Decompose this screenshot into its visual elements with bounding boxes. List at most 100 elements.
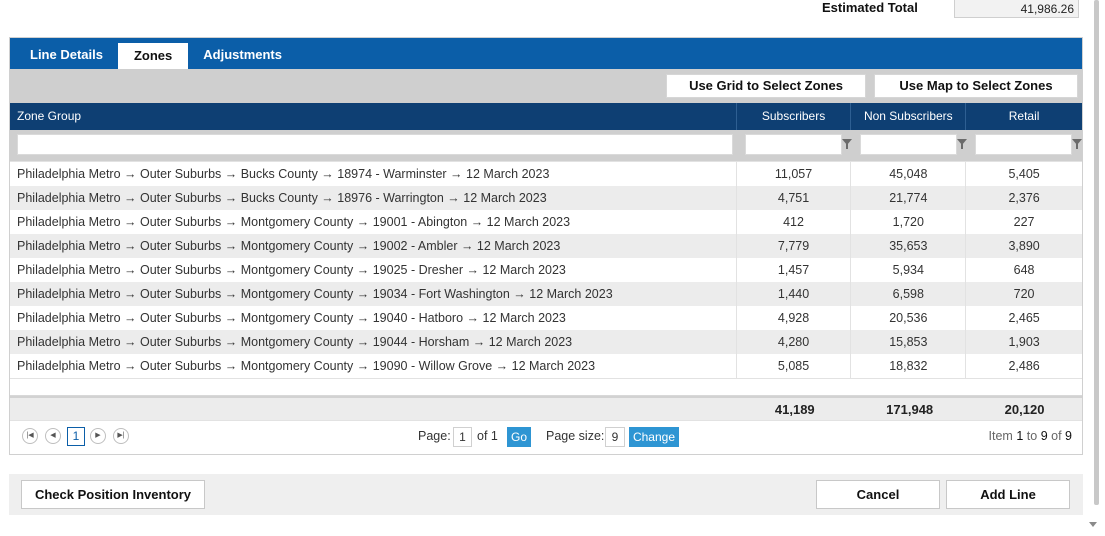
table-row[interactable]: Philadelphia Metro → Outer Suburbs → Mon… xyxy=(10,330,1082,354)
next-page-icon[interactable]: ▶ xyxy=(90,428,106,444)
check-position-inventory-button[interactable]: Check Position Inventory xyxy=(21,480,205,509)
retail-cell: 3,890 xyxy=(1008,239,1040,253)
last-page-icon[interactable]: ▶| xyxy=(113,428,129,444)
page-size-input[interactable]: 9 xyxy=(605,427,625,447)
change-button[interactable]: Change xyxy=(629,427,679,447)
tab-line-details[interactable]: Line Details xyxy=(20,38,113,69)
non-subscribers-cell: 20,536 xyxy=(851,306,967,330)
totals-row: 41,189 171,948 20,120 xyxy=(10,396,1082,420)
non-subscribers-cell: 21,774 xyxy=(851,186,967,210)
subscribers-cell: 412 xyxy=(737,210,852,234)
first-page-icon[interactable]: |◀ xyxy=(22,428,38,444)
zone-cell: Philadelphia Metro → Outer Suburbs → Mon… xyxy=(10,354,737,378)
use-map-button[interactable]: Use Map to Select Zones xyxy=(874,74,1078,98)
page-label: Page: xyxy=(418,429,451,443)
pager: |◀ ◀ 1 ▶ ▶| Page: 1 of 1 Go Page size: 9… xyxy=(10,420,1082,452)
column-header-non-subscribers[interactable]: Non Subscribers xyxy=(851,103,967,130)
non-subscribers-cell: 45,048 xyxy=(851,162,967,186)
retail-total: 20,120 xyxy=(1004,402,1045,417)
column-header-retail[interactable]: Retail xyxy=(966,103,1082,130)
grid-header: Zone Group Subscribers Non Subscribers R… xyxy=(10,103,1082,130)
table-row[interactable]: Philadelphia Metro → Outer Suburbs → Mon… xyxy=(10,210,1082,234)
retail-cell: 227 xyxy=(1013,215,1035,229)
filter-row xyxy=(10,130,1082,161)
subscribers-cell: 5,085 xyxy=(737,354,852,378)
non-subscribers-cell: 15,853 xyxy=(851,330,967,354)
retail-filter-input[interactable] xyxy=(975,134,1072,155)
non-subscribers-cell: 5,934 xyxy=(851,258,967,282)
item-to: 9 xyxy=(1040,429,1048,443)
table-row[interactable]: Philadelphia Metro → Outer Suburbs → Buc… xyxy=(10,162,1082,186)
page-number-input[interactable]: 1 xyxy=(453,427,472,447)
non-subscribers-total: 171,948 xyxy=(886,402,934,417)
tab-adjustments[interactable]: Adjustments xyxy=(193,38,292,69)
page-of-label: of 1 xyxy=(477,429,498,443)
estimated-total-value: 41,986.26 xyxy=(954,0,1079,18)
subscribers-filter-input[interactable] xyxy=(745,134,842,155)
filter-icon[interactable] xyxy=(842,139,852,149)
retail-cell: 5,405 xyxy=(1008,167,1040,181)
table-row[interactable]: Philadelphia Metro → Outer Suburbs → Buc… xyxy=(10,186,1082,210)
estimated-total: Estimated Total 41,986.26 xyxy=(0,0,1085,20)
zone-cell: Philadelphia Metro → Outer Suburbs → Buc… xyxy=(10,186,737,210)
zone-cell: Philadelphia Metro → Outer Suburbs → Mon… xyxy=(10,306,737,330)
column-header-zone-group[interactable]: Zone Group xyxy=(10,103,737,130)
table-row[interactable]: Philadelphia Metro → Outer Suburbs → Mon… xyxy=(10,234,1082,258)
filter-icon[interactable] xyxy=(957,139,967,149)
go-button[interactable]: Go xyxy=(507,427,531,447)
retail-cell: 1,903 xyxy=(1008,335,1040,349)
item-of-label: of xyxy=(1051,429,1062,443)
scrollbar-thumb[interactable] xyxy=(1094,0,1099,505)
filter-icon[interactable] xyxy=(1072,139,1082,149)
zones-panel: Line Details Zones Adjustments Use Grid … xyxy=(9,37,1083,455)
add-line-button[interactable]: Add Line xyxy=(946,480,1070,509)
subscribers-cell: 7,779 xyxy=(737,234,852,258)
retail-cell: 2,465 xyxy=(1008,311,1040,325)
zone-cell: Philadelphia Metro → Outer Suburbs → Mon… xyxy=(10,234,737,258)
item-total: 9 xyxy=(1065,429,1072,443)
zone-cell: Philadelphia Metro → Outer Suburbs → Mon… xyxy=(10,258,737,282)
scroll-down-icon[interactable] xyxy=(1089,522,1097,527)
retail-cell: 648 xyxy=(1013,263,1035,277)
item-to-label: to xyxy=(1026,429,1038,443)
table-row[interactable]: Philadelphia Metro → Outer Suburbs → Mon… xyxy=(10,282,1082,306)
subscribers-cell: 1,457 xyxy=(737,258,852,282)
totals-spacer xyxy=(10,398,737,420)
retail-cell: 720 xyxy=(1013,287,1035,301)
subscribers-cell: 1,440 xyxy=(737,282,852,306)
current-page-button[interactable]: 1 xyxy=(67,427,85,446)
non-subscribers-cell: 6,598 xyxy=(851,282,967,306)
use-grid-button[interactable]: Use Grid to Select Zones xyxy=(666,74,866,98)
item-prefix: Item xyxy=(988,429,1013,443)
table-row[interactable]: Philadelphia Metro → Outer Suburbs → Mon… xyxy=(10,306,1082,330)
zone-cell: Philadelphia Metro → Outer Suburbs → Mon… xyxy=(10,330,737,354)
tab-bar: Line Details Zones Adjustments xyxy=(10,38,1082,69)
table-row[interactable]: Philadelphia Metro → Outer Suburbs → Mon… xyxy=(10,258,1082,282)
zone-cell: Philadelphia Metro → Outer Suburbs → Buc… xyxy=(10,162,737,186)
subscribers-total: 41,189 xyxy=(774,402,815,417)
column-header-subscribers[interactable]: Subscribers xyxy=(737,103,852,130)
item-from: 1 xyxy=(1016,429,1024,443)
zone-filter-input[interactable] xyxy=(17,134,733,155)
table-row[interactable]: Philadelphia Metro → Outer Suburbs → Mon… xyxy=(10,354,1082,378)
cancel-button[interactable]: Cancel xyxy=(816,480,940,509)
retail-cell: 2,486 xyxy=(1008,359,1040,373)
zone-cell: Philadelphia Metro → Outer Suburbs → Mon… xyxy=(10,210,737,234)
subscribers-cell: 4,928 xyxy=(737,306,852,330)
zone-toolbar: Use Grid to Select Zones Use Map to Sele… xyxy=(10,69,1082,103)
grid-rows: Philadelphia Metro → Outer Suburbs → Buc… xyxy=(10,161,1082,378)
retail-cell: 2,376 xyxy=(1008,191,1040,205)
grid-empty-space xyxy=(10,378,1082,396)
estimated-total-label: Estimated Total xyxy=(822,0,918,15)
tab-zones[interactable]: Zones xyxy=(117,43,189,69)
subscribers-cell: 4,751 xyxy=(737,186,852,210)
non-subscribers-cell: 35,653 xyxy=(851,234,967,258)
zone-cell: Philadelphia Metro → Outer Suburbs → Mon… xyxy=(10,282,737,306)
subscribers-cell: 4,280 xyxy=(737,330,852,354)
prev-page-icon[interactable]: ◀ xyxy=(45,428,61,444)
dialog-footer: Check Position Inventory Cancel Add Line xyxy=(9,474,1083,515)
subscribers-cell: 11,057 xyxy=(737,162,852,186)
non-subscribers-cell: 1,720 xyxy=(851,210,967,234)
non-subscribers-filter-input[interactable] xyxy=(860,134,957,155)
item-count: Item 1 to 9 of 9 xyxy=(989,429,1072,443)
